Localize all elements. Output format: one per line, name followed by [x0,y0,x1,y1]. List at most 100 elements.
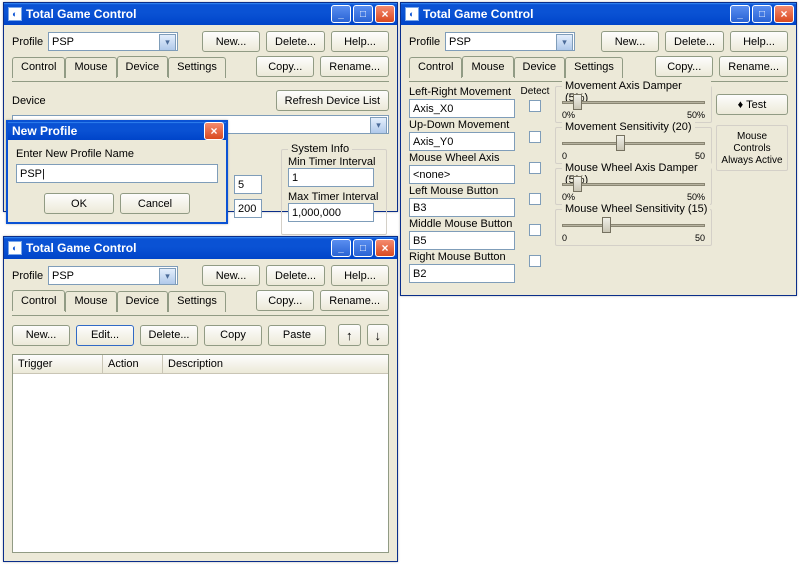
system-info-group: System Info Min Timer Interval 1 Max Tim… [281,149,387,235]
copy-button[interactable]: Copy... [655,56,713,77]
move-up-button[interactable]: ↑ [338,324,361,346]
delete-button[interactable]: Delete... [266,265,325,286]
wheel-sensitivity-slider[interactable] [562,214,705,236]
lmb-label: Left Mouse Button [409,185,515,197]
copy-button[interactable]: Copy... [256,290,314,311]
device-label: Device [12,95,46,107]
detect-lmb-checkbox[interactable] [529,193,541,205]
window-title: Total Game Control [423,7,730,21]
hidden-field-2[interactable]: 5 [234,175,262,194]
tab-device[interactable]: Device [117,291,169,312]
wheel-input[interactable]: <none> [409,165,515,184]
tab-control[interactable]: Control [409,57,462,78]
delete-trigger-button[interactable]: Delete... [140,325,198,346]
maximize-button[interactable]: □ [353,5,373,23]
rmb-label: Right Mouse Button [409,251,515,263]
profile-select[interactable]: PSP [48,266,178,285]
ok-button[interactable]: OK [44,193,114,214]
tab-mouse[interactable]: Mouse [65,291,116,312]
note-text: Mouse Controls Always Active [721,131,782,166]
window-title: Total Game Control [26,7,331,21]
window-control: ◐ Total Game Control _ □ × Profile PSP N… [3,236,398,562]
ud-input[interactable]: Axis_Y0 [409,132,515,151]
new-button[interactable]: New... [202,265,260,286]
new-button[interactable]: New... [202,31,260,52]
tab-settings[interactable]: Settings [565,57,623,78]
maximize-button[interactable]: □ [752,5,772,23]
tab-device[interactable]: Device [514,57,566,78]
close-button[interactable]: × [774,5,794,23]
maximize-button[interactable]: □ [353,239,373,257]
app-icon: ◐ [405,7,419,21]
delete-button[interactable]: Delete... [665,31,724,52]
detect-ud-checkbox[interactable] [529,131,541,143]
wheel-damper-slider[interactable] [562,173,705,195]
minimize-button[interactable]: _ [331,5,351,23]
lmb-input[interactable]: B3 [409,198,515,217]
rename-button[interactable]: Rename... [320,56,389,77]
tab-settings[interactable]: Settings [168,57,226,78]
detect-rmb-checkbox[interactable] [529,255,541,267]
help-button[interactable]: Help... [331,31,389,52]
dialog-title: New Profile [12,124,204,138]
profile-name-input[interactable]: PSP| [16,164,218,183]
titlebar[interactable]: ◐ Total Game Control _ □ × [4,3,397,25]
rename-button[interactable]: Rename... [719,56,788,77]
rmb-input[interactable]: B2 [409,264,515,283]
wheel-label: Mouse Wheel Axis [409,152,515,164]
tab-settings[interactable]: Settings [168,291,226,312]
paste-button[interactable]: Paste [268,325,326,346]
tab-mouse[interactable]: Mouse [462,56,513,77]
new-trigger-button[interactable]: New... [12,325,70,346]
col-desc[interactable]: Description [163,355,388,373]
titlebar[interactable]: ◐ Total Game Control _ □ × [401,3,796,25]
edit-button[interactable]: Edit... [76,325,134,346]
tab-control[interactable]: Control [12,57,65,78]
lr-label: Left-Right Movement [409,86,515,98]
dialog-close-button[interactable]: × [204,122,224,140]
help-button[interactable]: Help... [730,31,788,52]
dialog-titlebar[interactable]: New Profile × [8,122,226,140]
help-button[interactable]: Help... [331,265,389,286]
window-mouse: ◐ Total Game Control _ □ × Profile PSP N… [400,2,797,296]
move-down-button[interactable]: ↓ [367,324,390,346]
minimize-button[interactable]: _ [331,239,351,257]
app-icon: ◐ [8,7,22,21]
list-header: Trigger Action Description [13,355,388,374]
test-button[interactable]: ♦ Test [716,94,788,115]
window-title: Total Game Control [26,241,331,255]
close-button[interactable]: × [375,239,395,257]
rename-button[interactable]: Rename... [320,290,389,311]
list-body[interactable] [13,374,388,552]
new-button[interactable]: New... [601,31,659,52]
tab-mouse[interactable]: Mouse [65,57,116,78]
profile-select[interactable]: PSP [445,32,575,51]
detect-mmb-checkbox[interactable] [529,224,541,236]
max-timer-label: Max Timer Interval [288,191,380,203]
copy-trigger-button[interactable]: Copy [204,325,262,346]
min-timer-label: Min Timer Interval [288,156,380,168]
detect-lr-checkbox[interactable] [529,100,541,112]
copy-button[interactable]: Copy... [256,56,314,77]
tab-device[interactable]: Device [117,56,169,77]
ud-label: Up-Down Movement [409,119,515,131]
profile-label: Profile [12,270,42,282]
damper-slider[interactable] [562,91,705,113]
cancel-button[interactable]: Cancel [120,193,190,214]
refresh-devices-button[interactable]: Refresh Device List [276,90,389,111]
delete-button[interactable]: Delete... [266,31,325,52]
sensitivity-group: Movement Sensitivity (20) 050 [555,127,712,164]
mmb-input[interactable]: B5 [409,231,515,250]
col-action[interactable]: Action [103,355,163,373]
detect-wheel-checkbox[interactable] [529,162,541,174]
close-button[interactable]: × [375,5,395,23]
col-trigger[interactable]: Trigger [13,355,103,373]
max-timer-value: 1,000,000 [288,203,374,222]
tab-control[interactable]: Control [12,290,65,311]
minimize-button[interactable]: _ [730,5,750,23]
lr-input[interactable]: Axis_X0 [409,99,515,118]
profile-select[interactable]: PSP [48,32,178,51]
hidden-field[interactable]: 200 [234,199,262,218]
titlebar[interactable]: ◐ Total Game Control _ □ × [4,237,397,259]
sensitivity-slider[interactable] [562,132,705,154]
